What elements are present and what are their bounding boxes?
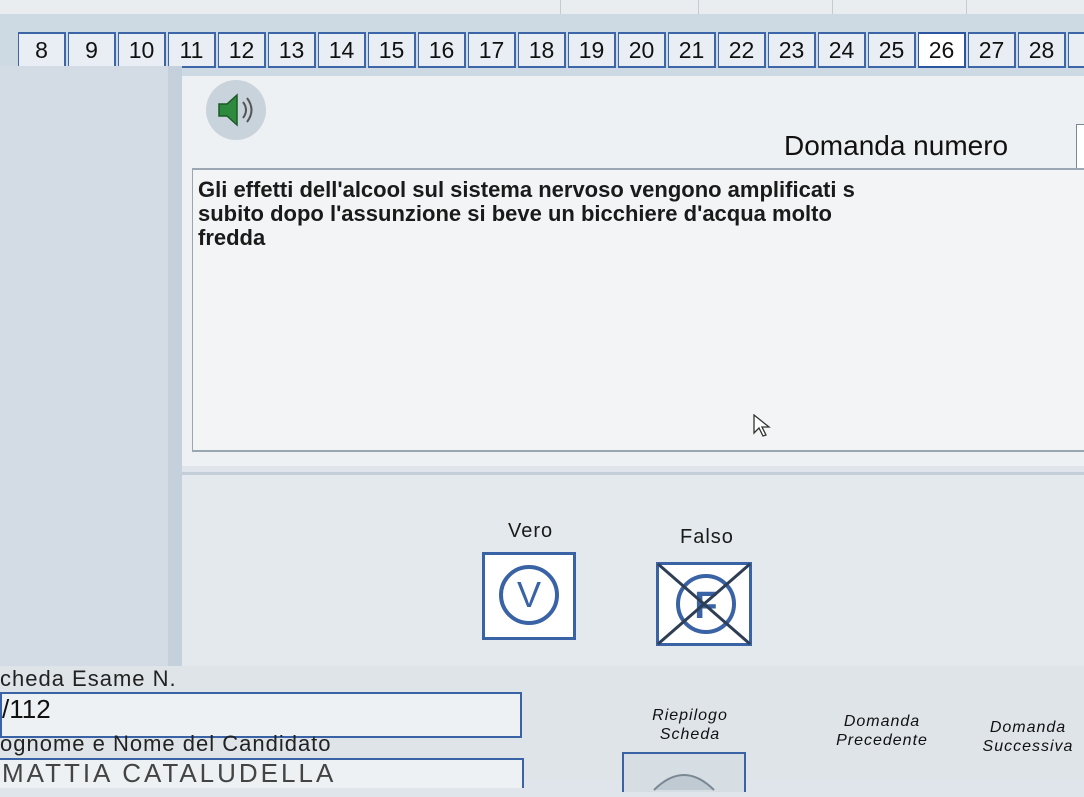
mouse-cursor-icon xyxy=(753,414,771,437)
left-strip xyxy=(168,66,182,666)
vero-glyph: V xyxy=(517,574,541,615)
summary-button[interactable]: Riepilogo Scheda xyxy=(640,706,740,744)
question-tabs: 8 9 10 11 12 13 14 15 16 17 18 19 20 21 22 23 24 25 26 27 28… xyxy=(18,32,1084,68)
previous-question-button[interactable]: Domanda Precedente xyxy=(826,712,938,750)
question-tab[interactable]: 22 xyxy=(718,32,766,68)
question-tab[interactable]: 19 xyxy=(568,32,616,68)
previous-line1: Domanda xyxy=(843,713,921,730)
summary-line2: Scheda xyxy=(659,726,721,743)
question-tab[interactable]: 12 xyxy=(218,32,266,68)
question-tab[interactable]: 8 xyxy=(18,32,66,68)
summary-line1: Riepilogo xyxy=(652,707,728,724)
question-tab[interactable]: 9 xyxy=(68,32,116,68)
question-tab[interactable]: 17 xyxy=(468,32,516,68)
question-tab[interactable]: 11 xyxy=(168,32,216,68)
question-tab[interactable]: 27 xyxy=(968,32,1016,68)
question-tab-current[interactable]: 26 xyxy=(918,32,966,68)
question-tab[interactable]: 16 xyxy=(418,32,466,68)
true-v-circle-icon: V xyxy=(499,565,559,625)
next-line2: Successiva xyxy=(982,738,1074,755)
sheet-number-label: cheda Esame N. xyxy=(0,666,177,691)
question-tab[interactable]: 15 xyxy=(368,32,416,68)
vero-button[interactable]: V xyxy=(482,552,576,640)
answer-area xyxy=(182,472,1084,675)
vero-label: Vero xyxy=(508,520,554,542)
question-text: Gli effetti dell'alcool sul sistema nerv… xyxy=(198,177,855,250)
question-heading: Domanda numero xyxy=(784,130,1009,161)
candidate-name-value: MATTIA CATALUDELLA xyxy=(2,758,337,788)
question-tab[interactable]: 21 xyxy=(668,32,716,68)
next-line1: Domanda xyxy=(989,719,1067,736)
question-tab[interactable]: 28 xyxy=(1018,32,1066,68)
speaker-icon xyxy=(218,93,253,127)
question-tab[interactable]: 13 xyxy=(268,32,316,68)
document-icon xyxy=(653,774,715,791)
sheet-number-value: /112 xyxy=(2,694,51,724)
question-tab[interactable]: 24 xyxy=(818,32,866,68)
question-tab[interactable]: 10 xyxy=(118,32,166,68)
question-tab[interactable]: 2 xyxy=(1068,32,1084,68)
falso-label: Falso xyxy=(680,526,734,548)
question-tab[interactable]: 25 xyxy=(868,32,916,68)
falso-button[interactable]: F xyxy=(656,562,752,646)
previous-line2: Precedente xyxy=(836,732,928,749)
question-tab[interactable]: 20 xyxy=(618,32,666,68)
candidate-name-label: ognome e Nome del Candidato xyxy=(0,731,332,756)
question-tab[interactable]: 23 xyxy=(768,32,816,68)
audio-button[interactable] xyxy=(206,80,266,140)
false-f-circle-crossed-icon: F xyxy=(656,562,752,646)
summary-icon-frame[interactable] xyxy=(622,752,746,792)
left-panel xyxy=(0,66,168,666)
question-tab[interactable]: 18 xyxy=(518,32,566,68)
question-tab[interactable]: 14 xyxy=(318,32,366,68)
next-question-button[interactable]: Domanda Successiva xyxy=(974,718,1082,756)
